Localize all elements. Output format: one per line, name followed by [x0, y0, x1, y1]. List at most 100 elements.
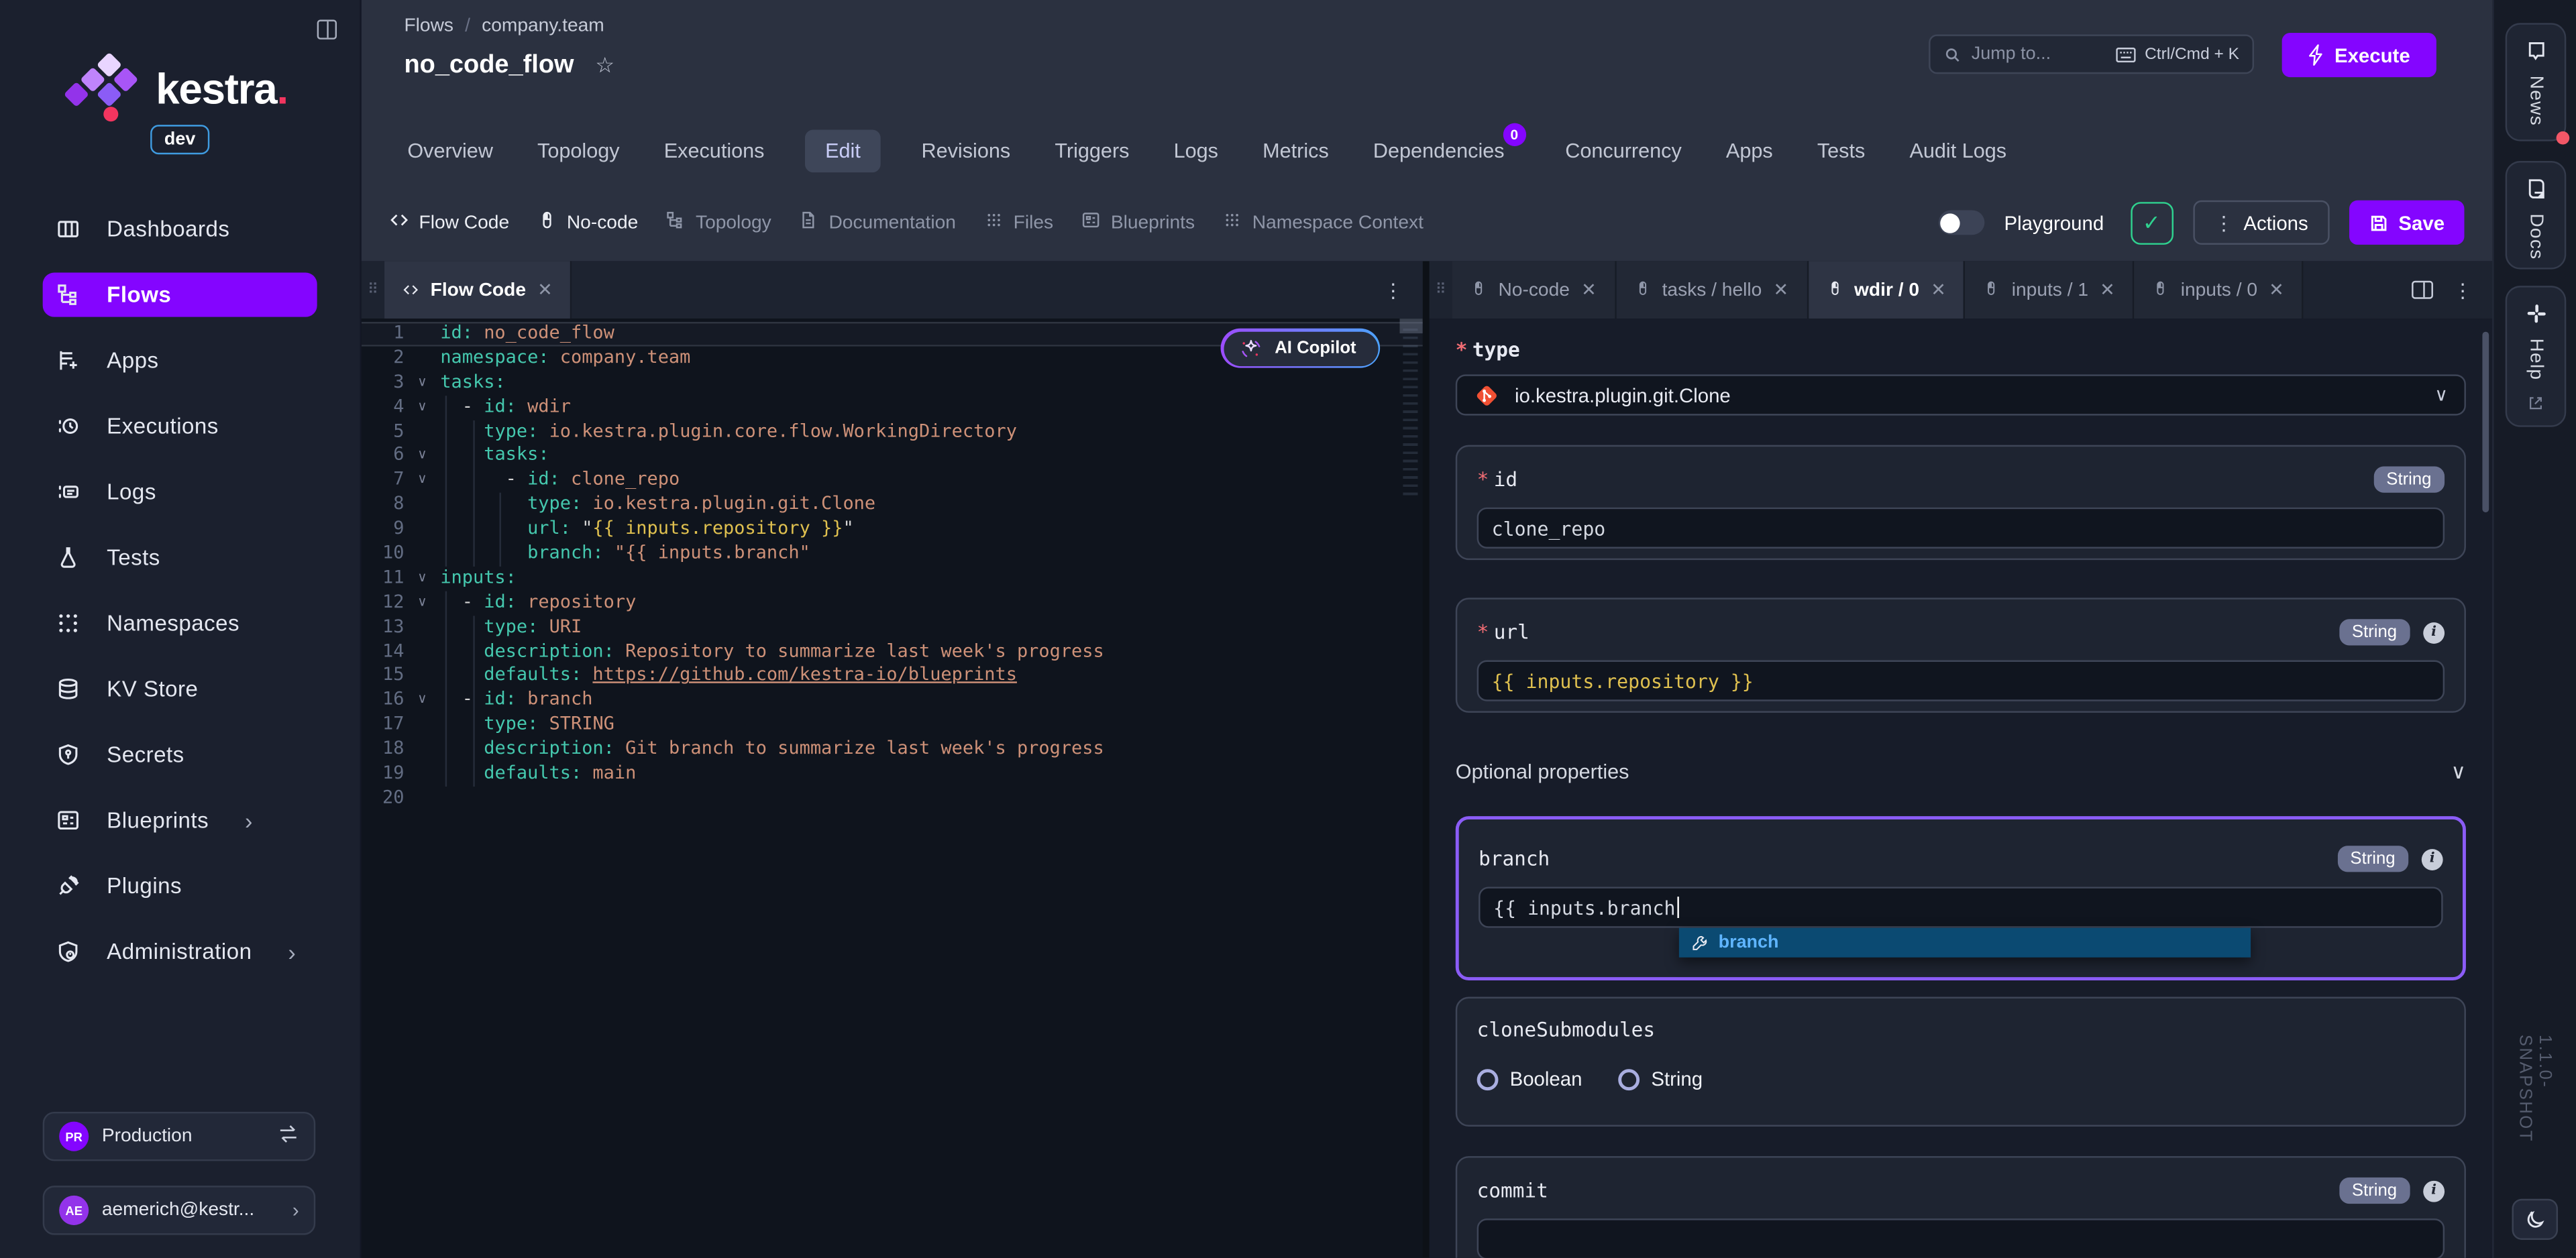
commit-input[interactable] — [1477, 1218, 2445, 1258]
toolbar-item-documentation[interactable]: Documentation — [799, 210, 956, 235]
panel-tab-wdir-0[interactable]: wdir / 0✕ — [1808, 261, 1966, 319]
tab-triggers[interactable]: Triggers — [1051, 129, 1132, 172]
close-icon[interactable]: ✕ — [1581, 279, 1597, 300]
sidebar-item-dashboards[interactable]: Dashboards — [43, 207, 317, 251]
sidebar-item-flows[interactable]: Flows — [43, 273, 317, 317]
sidebar-item-kv-store[interactable]: KV Store — [43, 667, 317, 711]
tab-metrics[interactable]: Metrics — [1259, 129, 1332, 172]
actions-button[interactable]: ⋮ Actions — [2192, 201, 2329, 245]
fold-arrow-icon[interactable]: ∨ — [411, 371, 433, 395]
split-view-icon[interactable] — [2412, 281, 2433, 299]
help-button[interactable]: Help — [2506, 286, 2567, 427]
playground-toggle[interactable] — [1939, 210, 1985, 235]
drag-handle-icon[interactable]: ⠿ — [1430, 261, 1452, 319]
sidebar-item-plugins[interactable]: Plugins — [43, 864, 317, 908]
sidebar-item-blueprints[interactable]: Blueprints› — [43, 798, 317, 842]
url-input[interactable]: {{ inputs.repository }} — [1477, 660, 2445, 701]
info-icon[interactable]: i — [2423, 1180, 2445, 1202]
fold-arrow-icon[interactable]: ∨ — [411, 444, 433, 468]
page-title: no_code_flow — [404, 51, 574, 80]
tab-audit-logs[interactable]: Audit Logs — [1907, 129, 2010, 172]
tab-revisions[interactable]: Revisions — [918, 129, 1014, 172]
sidebar-item-administration[interactable]: Administration› — [43, 929, 317, 974]
editor-tab-flow-code[interactable]: Flow Code ✕ — [384, 261, 572, 319]
radio-option-boolean[interactable]: Boolean — [1477, 1068, 1582, 1090]
id-input[interactable]: clone_repo — [1477, 508, 2445, 549]
type-badge: String — [2339, 619, 2410, 645]
tab-label: Revisions — [921, 139, 1010, 162]
optional-properties-header[interactable]: Optional properties ∨ — [1456, 758, 2466, 783]
favorite-star-icon[interactable]: ☆ — [595, 52, 614, 78]
tab-concurrency[interactable]: Concurrency — [1562, 129, 1684, 172]
blueprints-icon — [56, 808, 80, 833]
execute-button[interactable]: Execute — [2282, 33, 2436, 77]
editor-minimap[interactable] — [1400, 319, 1423, 499]
close-icon[interactable]: ✕ — [537, 279, 553, 300]
sidebar-item-secrets[interactable]: Secrets — [43, 732, 317, 777]
fold-arrow-icon[interactable]: ∨ — [411, 591, 433, 615]
panel-tab-no-code[interactable]: No-code✕ — [1452, 261, 1616, 319]
kebab-icon[interactable]: ⋮ — [2453, 278, 2472, 301]
toolbar-item-namespace-context[interactable]: Namespace Context — [1223, 210, 1424, 235]
code-line: 15 defaults: https://github.com/kestra-i… — [362, 665, 1423, 689]
theme-toggle-button[interactable] — [2512, 1199, 2558, 1240]
search-input[interactable]: Jump to... Ctrl/Cmd + K — [1929, 34, 2254, 74]
fold-arrow-icon[interactable]: ∨ — [411, 689, 433, 713]
tab-tests[interactable]: Tests — [1814, 129, 1868, 172]
toolbar-item-files[interactable]: Files — [984, 210, 1054, 235]
drag-handle-icon[interactable]: ⠿ — [362, 261, 384, 319]
news-button[interactable]: News — [2506, 23, 2567, 141]
toolbar-item-topology[interactable]: Topology — [666, 210, 771, 235]
ai-copilot-button[interactable]: AI Copilot — [1222, 329, 1381, 368]
branch-input[interactable]: {{ inputs.branch — [1479, 887, 2443, 927]
radio-option-string[interactable]: String — [1618, 1068, 1703, 1090]
docs-button[interactable]: Docs — [2506, 161, 2567, 270]
info-icon[interactable]: i — [2423, 622, 2445, 643]
scrollbar-thumb[interactable] — [2482, 332, 2489, 512]
tab-overview[interactable]: Overview — [404, 129, 496, 172]
workspace-switcher[interactable]: PR Production — [43, 1112, 316, 1161]
toolbar-item-no-code[interactable]: No-code — [537, 210, 639, 235]
user-menu[interactable]: AE aemerich@kestr... › — [43, 1186, 316, 1235]
kebab-icon[interactable]: ⋮ — [1383, 278, 1403, 301]
sidebar-item-tests[interactable]: Tests — [43, 535, 317, 579]
panel-tab-tasks-hello[interactable]: tasks / hello✕ — [1616, 261, 1808, 319]
fold-arrow-icon[interactable]: ∨ — [411, 395, 433, 419]
sidebar-item-logs[interactable]: Logs — [43, 469, 317, 514]
tab-logs[interactable]: Logs — [1171, 129, 1222, 172]
toolbar-item-blueprints[interactable]: Blueprints — [1081, 210, 1195, 235]
task-type-select[interactable]: io.kestra.plugin.git.Clone ∨ — [1456, 374, 2466, 415]
info-icon[interactable]: i — [2422, 848, 2443, 870]
sidebar-item-label: Tests — [107, 545, 160, 570]
yaml-code-editor[interactable]: 1id: no_code_flow2namespace: company.tea… — [362, 319, 1423, 1258]
sidebar-item-label: Administration — [107, 939, 252, 964]
breadcrumb-flows[interactable]: Flows — [404, 16, 453, 36]
minimap-slider[interactable] — [1400, 319, 1423, 333]
task-type-value: io.kestra.plugin.git.Clone — [1515, 384, 2420, 406]
fold-arrow-icon[interactable]: ∨ — [411, 469, 433, 493]
close-icon[interactable]: ✕ — [2269, 279, 2284, 300]
tab-dependencies[interactable]: Dependencies0 — [1370, 129, 1508, 172]
close-icon[interactable]: ✕ — [1931, 279, 1946, 300]
sidebar-item-apps[interactable]: Apps — [43, 338, 317, 382]
code-line: 17 type: STRING — [362, 713, 1423, 737]
save-button[interactable]: Save — [2349, 201, 2465, 245]
breadcrumb-namespace[interactable]: company.team — [482, 16, 604, 36]
code-line: 4∨ - id: wdir — [362, 395, 1423, 419]
code-editor-panel: ⠿ Flow Code ✕ ⋮ 1id: no_ — [362, 261, 1423, 1258]
tab-apps[interactable]: Apps — [1723, 129, 1776, 172]
close-icon[interactable]: ✕ — [2100, 279, 2115, 300]
close-icon[interactable]: ✕ — [1773, 279, 1788, 300]
autocomplete-suggestion-branch[interactable]: branch — [1679, 928, 2251, 958]
validation-check-button[interactable]: ✓ — [2130, 201, 2173, 244]
tab-executions[interactable]: Executions — [661, 129, 768, 172]
tab-topology[interactable]: Topology — [534, 129, 623, 172]
toolbar-item-flow-code[interactable]: Flow Code — [389, 210, 509, 235]
panel-tab-inputs-0[interactable]: inputs / 0✕ — [2135, 261, 2304, 319]
panel-tab-inputs-1[interactable]: inputs / 1✕ — [1966, 261, 2135, 319]
tab-edit[interactable]: Edit — [806, 129, 881, 172]
fold-arrow-icon[interactable]: ∨ — [411, 567, 433, 591]
sidebar-item-executions[interactable]: Executions — [43, 404, 317, 448]
sidebar-collapse-icon[interactable] — [317, 19, 337, 39]
sidebar-item-namespaces[interactable]: Namespaces — [43, 601, 317, 645]
